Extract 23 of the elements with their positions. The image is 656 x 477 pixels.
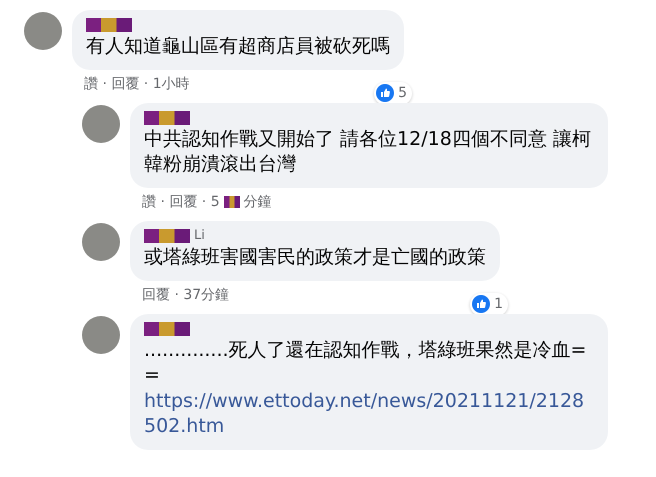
mosaic-block <box>144 322 190 336</box>
avatar-placeholder[interactable] <box>24 12 62 50</box>
reaction-count[interactable]: 1 <box>470 292 508 316</box>
avatar-placeholder[interactable] <box>82 104 120 143</box>
comment-link[interactable]: https://www.ettoday.net/news/20211121/2128502.htm <box>144 388 594 440</box>
comment-actions[interactable]: 分鐘 <box>244 192 272 213</box>
comment-actions[interactable]: 讚 · 回覆 · 1小時 <box>84 74 190 95</box>
comment-actions[interactable]: 讚 · 回覆 · 5 <box>142 192 220 213</box>
mosaic-block <box>86 18 132 32</box>
commenter-name[interactable]: Li <box>194 227 205 245</box>
mosaic-block <box>224 196 240 208</box>
like-icon <box>376 84 394 102</box>
reaction-count[interactable]: 5 <box>374 82 412 105</box>
comment-text: 中共認知作戰又開始了 請各位12/18四個不同意 讓柯韓粉崩潰滾出台灣 <box>144 126 592 178</box>
comment-text: ..............死人了還在認知作戰，塔綠班果然是冷血= = <box>144 338 588 388</box>
mosaic-block <box>144 110 190 125</box>
avatar-placeholder[interactable] <box>82 222 120 261</box>
mosaic-block <box>144 228 190 243</box>
comment-text: 有人知道龜山區有超商店員被砍死嗎 <box>86 34 390 59</box>
like-icon <box>472 295 490 314</box>
comment-actions[interactable]: 回覆 · 37分鐘 <box>142 284 230 306</box>
comment-text: 或塔綠班害國害民的政策才是亡國的政策 <box>144 244 486 270</box>
avatar-placeholder[interactable] <box>82 316 120 354</box>
